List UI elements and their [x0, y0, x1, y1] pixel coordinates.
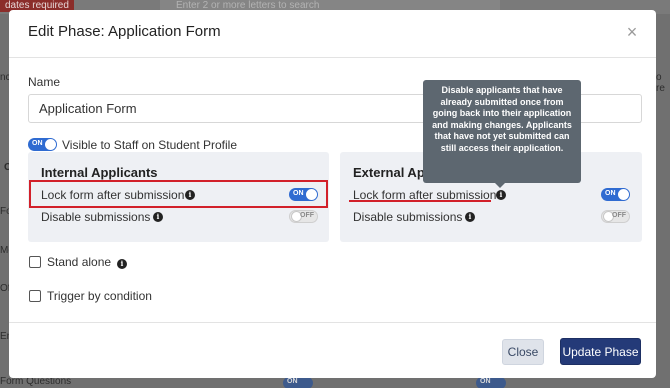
tooltip-arrow [495, 183, 505, 188]
name-label: Name [28, 75, 61, 89]
info-tooltip: Disable applicants that have already sub… [423, 80, 581, 183]
info-icon[interactable]: i [465, 212, 475, 222]
close-button[interactable]: Close [502, 339, 544, 365]
external-lock-toggle[interactable]: ON [601, 188, 630, 201]
background-toggle: ON [283, 377, 313, 388]
update-phase-button[interactable]: Update Phase [560, 338, 641, 365]
trigger-by-condition-label: Trigger by condition [47, 289, 152, 303]
modal-title: Edit Phase: Application Form [28, 23, 221, 40]
internal-disable-label: Disable submissions [41, 210, 151, 224]
visible-to-staff-toggle[interactable]: ON [28, 138, 57, 151]
close-icon[interactable]: × [625, 23, 639, 41]
internal-disable-toggle[interactable]: OFF [289, 210, 318, 223]
header-divider [9, 57, 656, 58]
internal-applicants-title: Internal Applicants [41, 165, 158, 180]
background-fragment: o re [656, 72, 665, 94]
external-disable-toggle[interactable]: OFF [601, 210, 630, 223]
info-icon[interactable]: i [117, 259, 127, 269]
footer-divider [9, 322, 656, 323]
stand-alone-checkbox[interactable] [29, 256, 41, 268]
stand-alone-label: Stand alone [47, 255, 112, 269]
trigger-by-condition-checkbox[interactable] [29, 290, 41, 302]
visible-to-staff-label: Visible to Staff on Student Profile [62, 138, 238, 152]
info-icon[interactable]: i [153, 212, 163, 222]
highlight-box [29, 180, 328, 208]
highlight-underline [349, 200, 491, 202]
external-disable-label: Disable submissions [353, 210, 463, 224]
background-toggle: ON [476, 377, 506, 388]
info-icon[interactable]: i [496, 190, 506, 200]
